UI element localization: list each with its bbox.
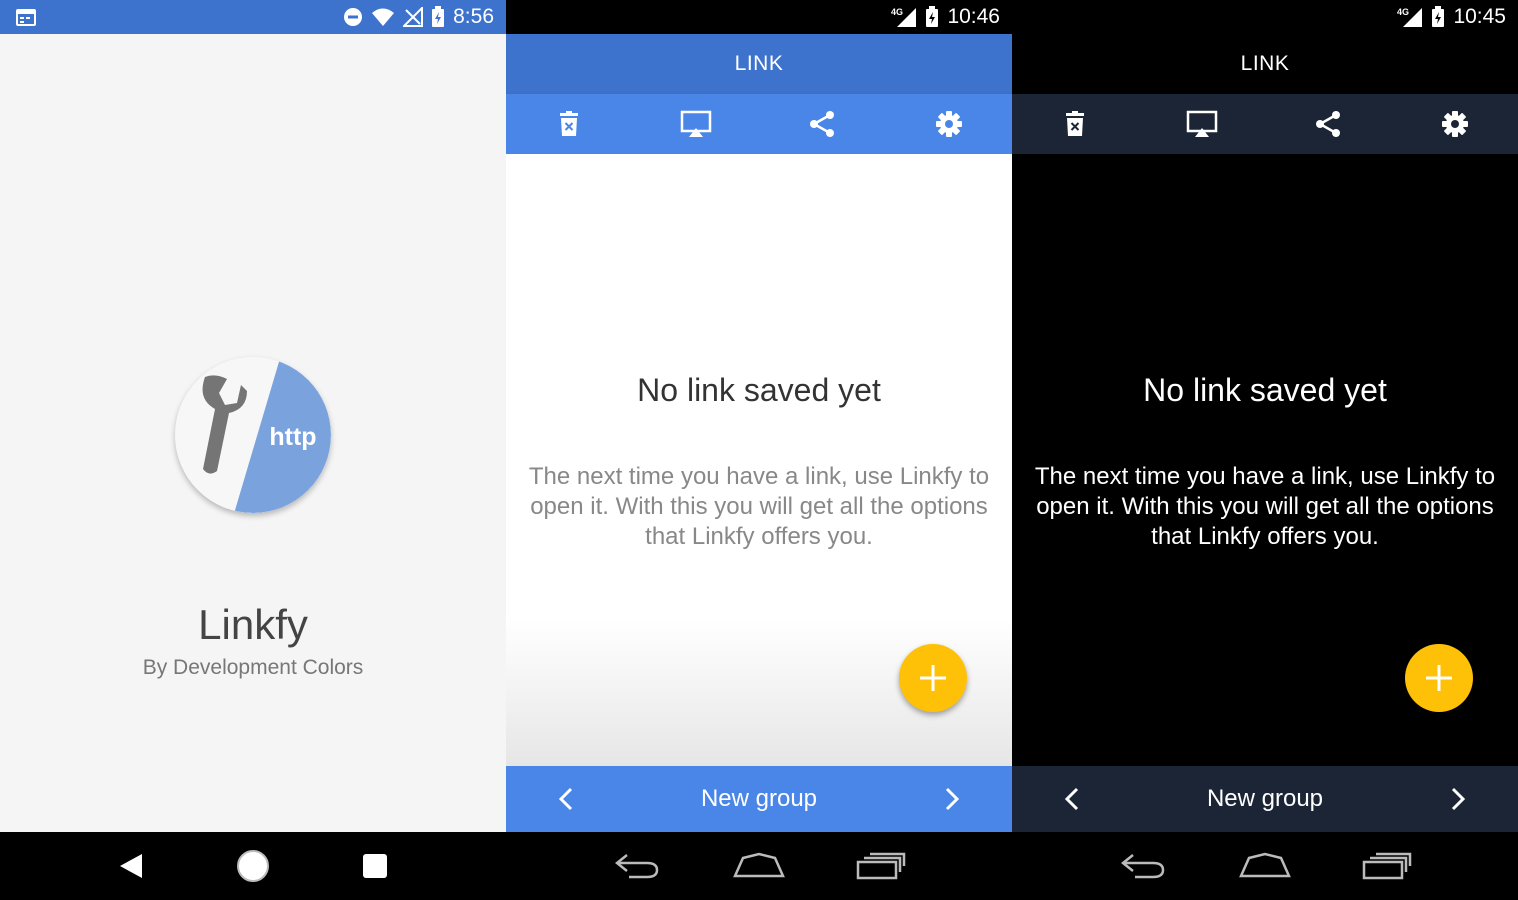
nav-back-button[interactable] (101, 841, 161, 891)
group-navigator: New group (1012, 766, 1518, 832)
app-logo: http (175, 357, 331, 513)
empty-state-title: No link saved yet (637, 372, 881, 408)
light-theme-screen: 4G 10:46 LINK No link saved yet The next… (506, 0, 1012, 900)
links-content: No link saved yet The next time you have… (1012, 154, 1518, 766)
delete-button[interactable] (506, 94, 633, 154)
wifi-icon (372, 8, 395, 26)
splash-screen: 8:56 http Linkfy By Development Colors (0, 0, 506, 900)
plus-icon (1426, 665, 1452, 691)
settings-button[interactable] (1392, 94, 1518, 154)
cast-icon (1186, 110, 1217, 137)
signal-4g-icon: 4G (1397, 7, 1423, 27)
system-nav-bar (0, 832, 506, 900)
home-icon (237, 850, 269, 882)
plus-icon (920, 665, 946, 691)
previous-group-button[interactable] (546, 779, 586, 819)
status-time: 8:56 (453, 5, 494, 28)
app-bar: LINK (506, 34, 1012, 94)
splash-content: http Linkfy By Development Colors (0, 34, 506, 832)
chevron-right-icon (1451, 787, 1466, 811)
action-toolbar (1012, 94, 1518, 154)
delete-icon (1066, 111, 1085, 136)
dark-theme-screen: 4G 10:45 LINK No link saved yet The next… (1012, 0, 1518, 900)
nav-recents-button[interactable] (1357, 841, 1417, 891)
app-bar: LINK (1012, 34, 1518, 94)
no-signal-icon (403, 7, 424, 27)
screenshot-collage: 8:56 http Linkfy By Development Colors 4… (0, 0, 1518, 900)
app-title: LINK (1240, 52, 1290, 75)
nav-back-button[interactable] (607, 841, 667, 891)
back-icon (1120, 854, 1165, 879)
share-button[interactable] (1265, 94, 1392, 154)
cast-button[interactable] (1139, 94, 1266, 154)
share-button[interactable] (759, 94, 886, 154)
home-icon (1239, 852, 1291, 878)
settings-button[interactable] (886, 94, 1013, 154)
system-nav-bar (506, 832, 1012, 900)
previous-group-button[interactable] (1052, 779, 1092, 819)
empty-state-description: The next time you have a link, use Linkf… (528, 463, 990, 550)
status-bar: 4G 10:45 (1012, 0, 1518, 34)
delete-button[interactable] (1012, 94, 1139, 154)
back-icon (614, 854, 659, 879)
nav-home-button[interactable] (729, 841, 789, 891)
app-developer: By Development Colors (142, 656, 364, 679)
svg-text:4G: 4G (891, 7, 903, 17)
recents-icon (856, 852, 906, 880)
status-bar: 8:56 (0, 0, 506, 34)
battery-charging-icon (432, 6, 445, 27)
status-icons: 4G 10:45 (1397, 0, 1506, 34)
share-icon (810, 111, 835, 137)
app-title: LINK (734, 52, 784, 75)
status-time: 10:45 (1453, 5, 1506, 28)
add-link-button[interactable] (899, 644, 967, 712)
share-icon (1316, 111, 1341, 137)
empty-state-title: No link saved yet (1143, 372, 1387, 408)
chevron-right-icon (945, 787, 960, 811)
nav-home-button[interactable] (1235, 841, 1295, 891)
nav-back-button[interactable] (1113, 841, 1173, 891)
nav-home-button[interactable] (223, 841, 283, 891)
cast-icon (680, 110, 711, 137)
status-icons: 8:56 (343, 0, 494, 34)
nav-recents-button[interactable] (345, 841, 405, 891)
chevron-left-icon (558, 787, 573, 811)
next-group-button[interactable] (932, 779, 972, 819)
action-toolbar (506, 94, 1012, 154)
system-nav-bar (1012, 832, 1518, 900)
next-group-button[interactable] (1438, 779, 1478, 819)
battery-charging-icon (926, 6, 939, 27)
back-icon (120, 854, 142, 878)
status-time: 10:46 (947, 5, 1000, 28)
settings-icon (1441, 111, 1468, 137)
empty-state-description: The next time you have a link, use Linkf… (1034, 463, 1496, 550)
group-navigator: New group (506, 766, 1012, 832)
group-name: New group (1206, 785, 1324, 812)
logo-text: http (269, 423, 316, 451)
battery-charging-icon (1432, 6, 1445, 27)
svg-text:4G: 4G (1397, 7, 1409, 17)
app-name: Linkfy (198, 601, 308, 648)
status-icons: 4G 10:46 (891, 0, 1000, 34)
recents-icon (1362, 852, 1412, 880)
home-icon (733, 852, 785, 878)
signal-4g-icon: 4G (891, 7, 917, 27)
settings-icon (935, 111, 962, 137)
recents-icon (363, 854, 387, 878)
nav-recents-button[interactable] (851, 841, 911, 891)
do-not-disturb-icon (344, 8, 363, 26)
calendar-icon (16, 9, 36, 26)
chevron-left-icon (1064, 787, 1079, 811)
group-name: New group (700, 785, 818, 812)
status-bar: 4G 10:46 (506, 0, 1012, 34)
links-content: No link saved yet The next time you have… (506, 154, 1012, 766)
cast-button[interactable] (633, 94, 760, 154)
delete-icon (560, 111, 579, 136)
add-link-button[interactable] (1405, 644, 1473, 712)
